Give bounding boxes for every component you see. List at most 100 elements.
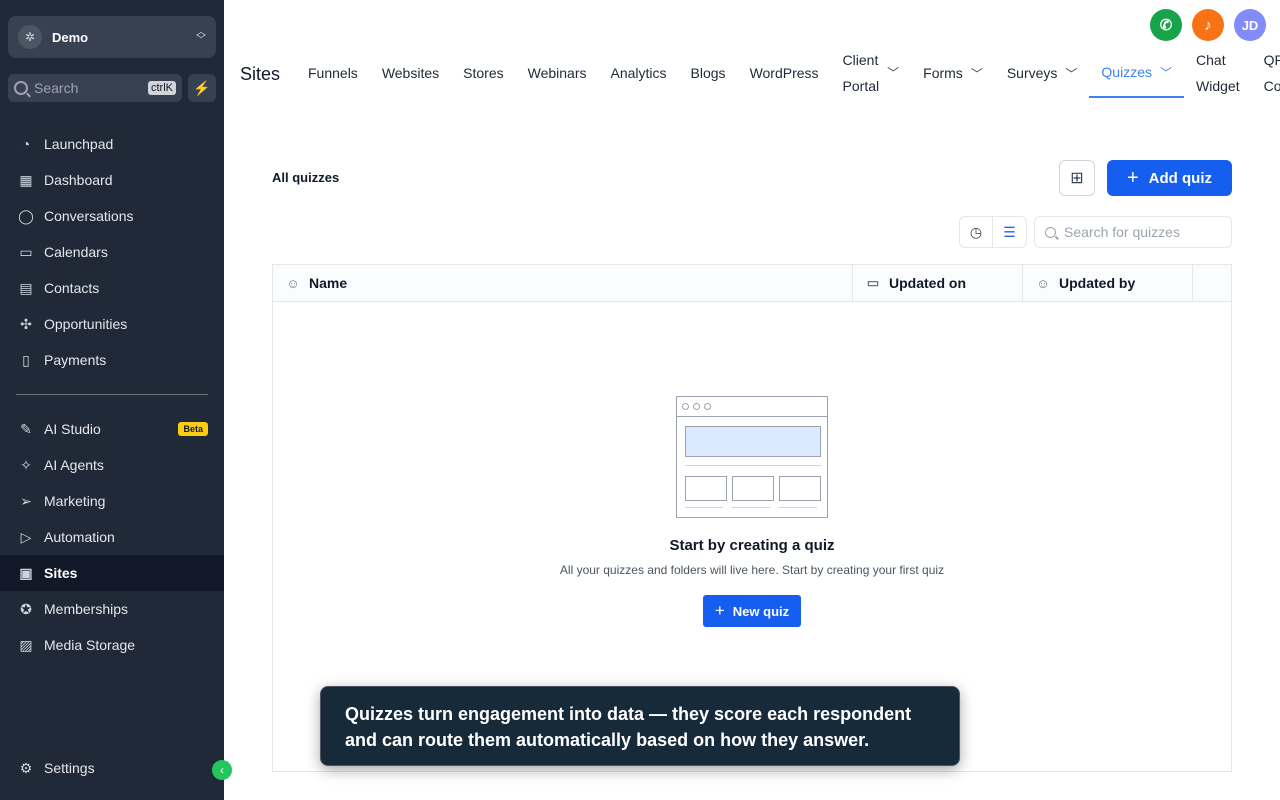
sidebar-item-launchpad[interactable]: ◔ Launchpad — [0, 126, 224, 162]
payments-icon: ▯ — [22, 351, 30, 368]
phone-button[interactable]: ✆ — [1150, 9, 1182, 41]
illustration-card — [732, 476, 774, 501]
tab-label: Funnels — [308, 65, 358, 81]
sidebar-item-settings[interactable]: ⚙ Settings — [0, 750, 224, 786]
guide-tooltip: Quizzes turn engagement into data — they… — [320, 686, 960, 766]
sidebar-item-label: Automation — [44, 529, 115, 545]
column-label: Updated by — [1059, 275, 1136, 291]
beta-badge: Beta — [178, 422, 208, 436]
sidebar-item-label: AI Agents — [44, 457, 104, 473]
list-view-button[interactable]: ☰ — [993, 216, 1027, 248]
quiz-search-input[interactable]: Search for quizzes — [1034, 216, 1232, 248]
tab-qr-codes[interactable]: QR Co — [1252, 48, 1280, 98]
top-actions: ✆ ♪ JD — [1150, 9, 1266, 41]
sidebar-item-marketing[interactable]: ➢ Marketing — [0, 483, 224, 519]
tab-analytics[interactable]: Analytics — [599, 48, 679, 98]
clock-icon: ◷ — [969, 223, 983, 240]
illustration-window-bar — [677, 397, 827, 417]
sidebar-item-label: AI Studio — [44, 421, 101, 437]
sidebar-item-label: Opportunities — [44, 316, 128, 332]
sparkle-icon: ✧ — [20, 456, 32, 473]
sidebar-item-calendars[interactable]: ▭ Calendars — [0, 234, 224, 270]
tab-label: WordPress — [749, 65, 819, 81]
sidebar-item-opportunities[interactable]: ✣ Opportunities — [0, 306, 224, 342]
tab-stores[interactable]: Stores — [451, 48, 515, 98]
tab-funnels[interactable]: Funnels — [296, 48, 370, 98]
tab-wordpress[interactable]: WordPress — [738, 48, 831, 98]
search-icon — [1045, 226, 1056, 238]
sidebar-item-label: Settings — [44, 760, 95, 776]
sidebar-item-media-storage[interactable]: ▨ Media Storage — [0, 627, 224, 663]
illustration-dot — [704, 403, 711, 410]
notifications-button[interactable]: ♪ — [1192, 9, 1224, 41]
avatar[interactable]: JD — [1234, 9, 1266, 41]
tab-quizzes[interactable]: Quizzes ﹀ — [1089, 48, 1185, 98]
sidebar-item-label: Conversations — [44, 208, 134, 224]
column-header-name[interactable]: ☺ Name — [273, 265, 853, 301]
shortcut-badge: ctrlK — [148, 81, 176, 95]
sidebar-item-label: Calendars — [44, 244, 108, 260]
sidebar-item-payments[interactable]: ▯ Payments — [0, 342, 224, 378]
new-folder-button[interactable]: ⊞ — [1059, 160, 1095, 196]
sidebar-item-label: Launchpad — [44, 136, 114, 152]
tab-forms[interactable]: Forms ﹀ — [911, 48, 995, 98]
sidebar-item-ai-studio[interactable]: ✎ AI Studio Beta — [0, 411, 224, 447]
sidebar-item-memberships[interactable]: ✪ Memberships — [0, 591, 224, 627]
sidebar-collapse-button[interactable]: ‹ — [212, 760, 232, 780]
calendar-icon: ▭ — [19, 243, 33, 260]
contacts-icon: ▤ — [19, 279, 33, 296]
award-icon: ✪ — [20, 600, 32, 617]
tab-chat-widget[interactable]: Chat Widget — [1184, 48, 1252, 98]
grid-icon: ▦ — [19, 171, 33, 188]
account-switcher[interactable]: ✲ Demo ︿ ﹀ — [8, 16, 216, 58]
sidebar-item-conversations[interactable]: ◯ Conversations — [0, 198, 224, 234]
sidebar-item-sites[interactable]: ▣ Sites — [0, 555, 224, 591]
tab-label: Forms — [923, 65, 963, 81]
tab-label: Websites — [381, 65, 440, 81]
section-title: All quizzes — [272, 170, 340, 185]
page-title: Sites — [240, 64, 281, 84]
sidebar-item-label: Payments — [44, 352, 107, 368]
sidebar: ✲ Demo ︿ ﹀ Search ctrlK ⚡ ◔ Launchpad ▦ D… — [0, 0, 224, 800]
column-header-updated-by[interactable]: ☺ Updated by — [1023, 265, 1193, 301]
column-header-updated-on[interactable]: ▭ Updated on — [853, 265, 1023, 301]
ai-studio-icon: ✎ — [20, 420, 32, 437]
recent-view-button[interactable]: ◷ — [959, 216, 993, 248]
search-icon — [14, 81, 28, 95]
sidebar-item-contacts[interactable]: ▤ Contacts — [0, 270, 224, 306]
chevron-down-icon: ﹀ — [1160, 65, 1173, 80]
chevron-down-icon: ﹀ — [970, 66, 983, 81]
table-header: ☺ Name ▭ Updated on ☺ Updated by — [273, 265, 1231, 302]
tab-label: Analytics — [610, 65, 667, 81]
play-icon: ▷ — [20, 528, 32, 545]
account-logo-icon: ✲ — [18, 25, 42, 49]
illustration-line — [685, 465, 821, 466]
tab-blogs[interactable]: Blogs — [679, 48, 738, 98]
tab-surveys[interactable]: Surveys ﹀ — [995, 48, 1090, 98]
tab-label: Blogs — [690, 65, 726, 81]
sidebar-item-dashboard[interactable]: ▦ Dashboard — [0, 162, 224, 198]
tab-client-portal[interactable]: Client Portal ﹀ — [831, 48, 912, 98]
user-circle-icon: ☺ — [286, 275, 300, 291]
sidebar-item-ai-agents[interactable]: ✧ AI Agents — [0, 447, 224, 483]
sidebar-item-automation[interactable]: ▷ Automation — [0, 519, 224, 555]
illustration-caption-line — [779, 507, 817, 508]
send-icon: ➢ — [20, 492, 32, 509]
tab-label-line1: QR — [1263, 52, 1280, 68]
add-quiz-button[interactable]: + Add quiz — [1107, 160, 1232, 196]
gear-icon: ⚙ — [19, 759, 33, 776]
tab-label-line2: Portal — [842, 78, 880, 94]
quick-action-button[interactable]: ⚡ — [188, 74, 216, 102]
bolt-icon: ⚡ — [193, 79, 211, 96]
new-quiz-button[interactable]: + New quiz — [703, 595, 801, 627]
plus-icon: + — [714, 601, 725, 620]
empty-state-title: Start by creating a quiz — [669, 537, 835, 554]
tab-websites[interactable]: Websites — [370, 48, 451, 98]
column-label: Name — [309, 275, 348, 291]
tab-webinars[interactable]: Webinars — [516, 48, 599, 98]
bell-icon: ♪ — [1204, 16, 1212, 34]
sidebar-search-input[interactable]: Search ctrlK — [8, 74, 182, 102]
illustration-card — [779, 476, 821, 501]
sidebar-item-label: Dashboard — [44, 172, 113, 188]
chevron-updown-icon: ︿ ﹀ — [196, 27, 206, 46]
